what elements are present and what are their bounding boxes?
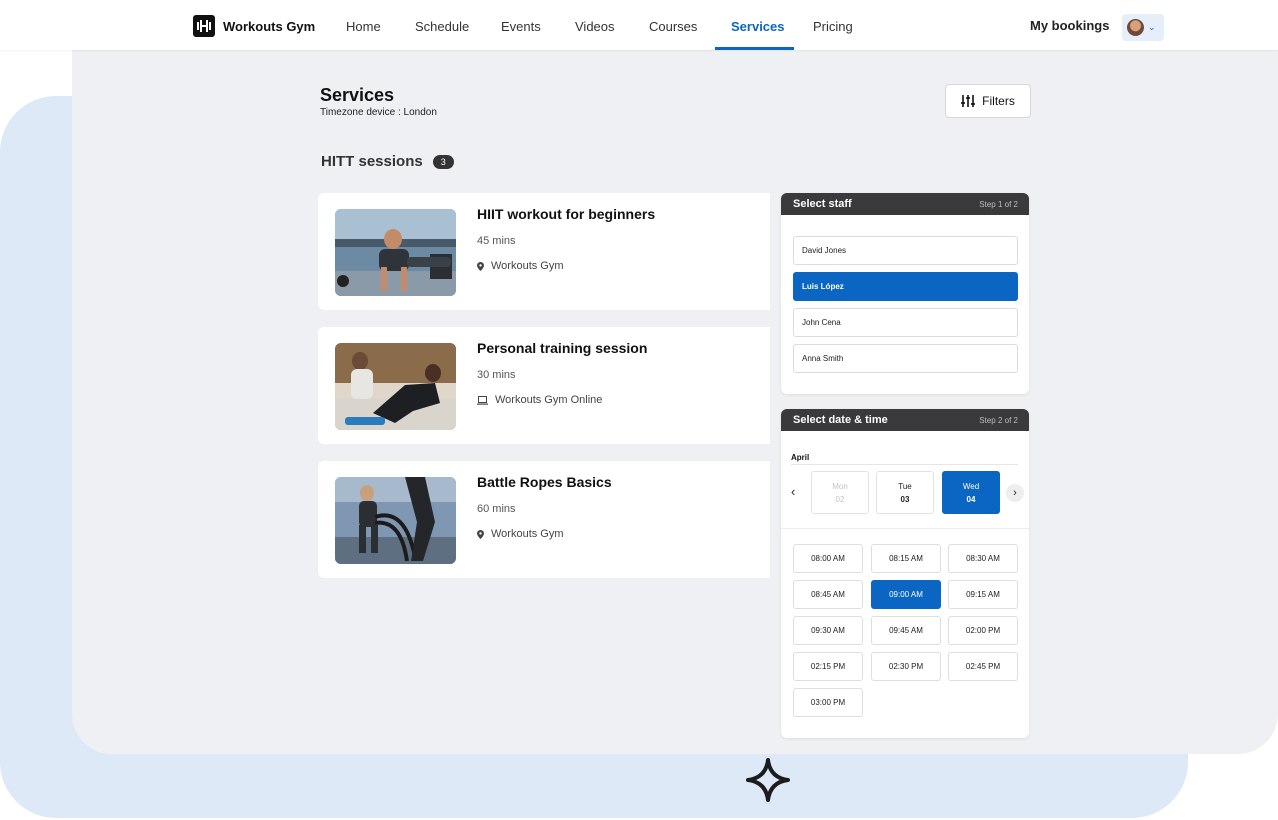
service-location-text: Workouts Gym Online <box>495 394 603 406</box>
day-name: Tue <box>898 481 912 491</box>
filters-button[interactable]: Filters <box>945 84 1031 118</box>
service-card[interactable]: Battle Ropes Basics 60 mins Workouts Gym <box>318 461 770 578</box>
day-name: Mon <box>832 481 848 491</box>
nav-courses[interactable]: Courses <box>649 19 697 34</box>
panel-header: Select staff Step 1 of 2 <box>781 193 1029 215</box>
staff-option[interactable]: John Cena <box>793 308 1018 337</box>
service-location-text: Workouts Gym <box>491 528 564 540</box>
time-slot[interactable]: 08:15 AM <box>871 544 941 573</box>
time-slot-selected[interactable]: 09:00 AM <box>871 580 941 609</box>
day-name: Wed <box>962 481 980 491</box>
filters-label: Filters <box>982 94 1015 108</box>
day-option-selected[interactable]: Wed 04 <box>942 471 1000 514</box>
time-slot[interactable]: 02:15 PM <box>793 652 863 681</box>
time-slot[interactable]: 02:00 PM <box>948 616 1018 645</box>
nav-pricing[interactable]: Pricing <box>813 19 853 34</box>
active-tab-indicator <box>715 47 794 50</box>
service-title: Battle Ropes Basics <box>477 474 612 490</box>
service-location: Workouts Gym <box>477 260 564 272</box>
step-indicator: Step 1 of 2 <box>979 199 1018 209</box>
my-bookings-link[interactable]: My bookings <box>1030 18 1109 33</box>
sparkle-icon <box>746 758 790 802</box>
service-location: Workouts Gym Online <box>477 394 602 406</box>
sliders-icon <box>961 95 976 107</box>
brand-name: Workouts Gym <box>223 18 316 34</box>
time-slot[interactable]: 08:30 AM <box>948 544 1018 573</box>
staff-option[interactable]: Anna Smith <box>793 344 1018 373</box>
time-slot[interactable]: 09:30 AM <box>793 616 863 645</box>
service-location: Workouts Gym <box>477 528 564 540</box>
service-duration: 60 mins <box>477 503 516 515</box>
service-card[interactable]: Personal training session 30 mins Workou… <box>318 327 770 444</box>
chevron-right-icon[interactable]: › <box>1006 484 1024 502</box>
count-badge: 3 <box>432 154 454 169</box>
map-pin-icon <box>477 529 484 539</box>
day-option[interactable]: Tue 03 <box>876 471 934 514</box>
time-slot[interactable]: 02:45 PM <box>948 652 1018 681</box>
service-location-text: Workouts Gym <box>491 260 564 272</box>
day-number: 04 <box>966 494 976 504</box>
time-slot[interactable]: 03:00 PM <box>793 688 863 717</box>
nav-schedule[interactable]: Schedule <box>415 19 469 34</box>
page-title: Services <box>320 85 395 105</box>
staff-option-selected[interactable]: Luis López <box>793 272 1018 301</box>
divider <box>791 464 1018 465</box>
timezone-label: Timezone device : London <box>320 107 437 118</box>
section-title: HITT sessions <box>321 153 423 170</box>
service-title: HIIT workout for beginners <box>477 206 656 222</box>
nav-home[interactable]: Home <box>346 19 381 34</box>
account-menu-button[interactable]: ⌄ <box>1122 14 1164 41</box>
month-label: April <box>791 453 810 462</box>
service-duration: 45 mins <box>477 235 516 247</box>
top-nav: Workouts Gym Home Schedule Events Videos… <box>0 0 1278 50</box>
select-date-time-panel: Select date & time Step 2 of 2 April ‹ M… <box>781 409 1029 738</box>
time-slot[interactable]: 08:00 AM <box>793 544 863 573</box>
nav-events[interactable]: Events <box>501 19 541 34</box>
panel-title: Select staff <box>793 198 852 210</box>
panel-header: Select date & time Step 2 of 2 <box>781 409 1029 431</box>
service-card[interactable]: HIIT workout for beginners 45 mins Worko… <box>318 193 770 310</box>
avatar <box>1127 19 1144 36</box>
panel-title: Select date & time <box>793 414 888 426</box>
chevron-down-icon: ⌄ <box>1148 22 1156 32</box>
time-slot[interactable]: 09:15 AM <box>948 580 1018 609</box>
day-number: 02 <box>835 494 845 504</box>
time-slot[interactable]: 09:45 AM <box>871 616 941 645</box>
service-duration: 30 mins <box>477 369 516 381</box>
service-image <box>335 477 456 564</box>
time-slot[interactable]: 02:30 PM <box>871 652 941 681</box>
divider <box>781 528 1029 529</box>
service-image <box>335 343 456 430</box>
select-staff-panel: Select staff Step 1 of 2 David Jones Lui… <box>781 193 1029 394</box>
chevron-left-icon[interactable]: ‹ <box>791 484 795 499</box>
service-title: Personal training session <box>477 340 648 356</box>
day-option: Mon 02 <box>811 471 869 514</box>
map-pin-icon <box>477 261 484 271</box>
time-slot[interactable]: 08:45 AM <box>793 580 863 609</box>
step-indicator: Step 2 of 2 <box>979 415 1018 425</box>
service-image <box>335 209 456 296</box>
dumbbell-icon <box>193 15 215 37</box>
day-number: 03 <box>900 494 910 504</box>
nav-videos[interactable]: Videos <box>575 19 615 34</box>
staff-option[interactable]: David Jones <box>793 236 1018 265</box>
brand-logo[interactable]: Workouts Gym <box>193 15 315 37</box>
nav-services[interactable]: Services <box>731 19 785 34</box>
laptop-icon <box>477 395 488 405</box>
section-heading: HITT sessions 3 <box>321 153 454 170</box>
